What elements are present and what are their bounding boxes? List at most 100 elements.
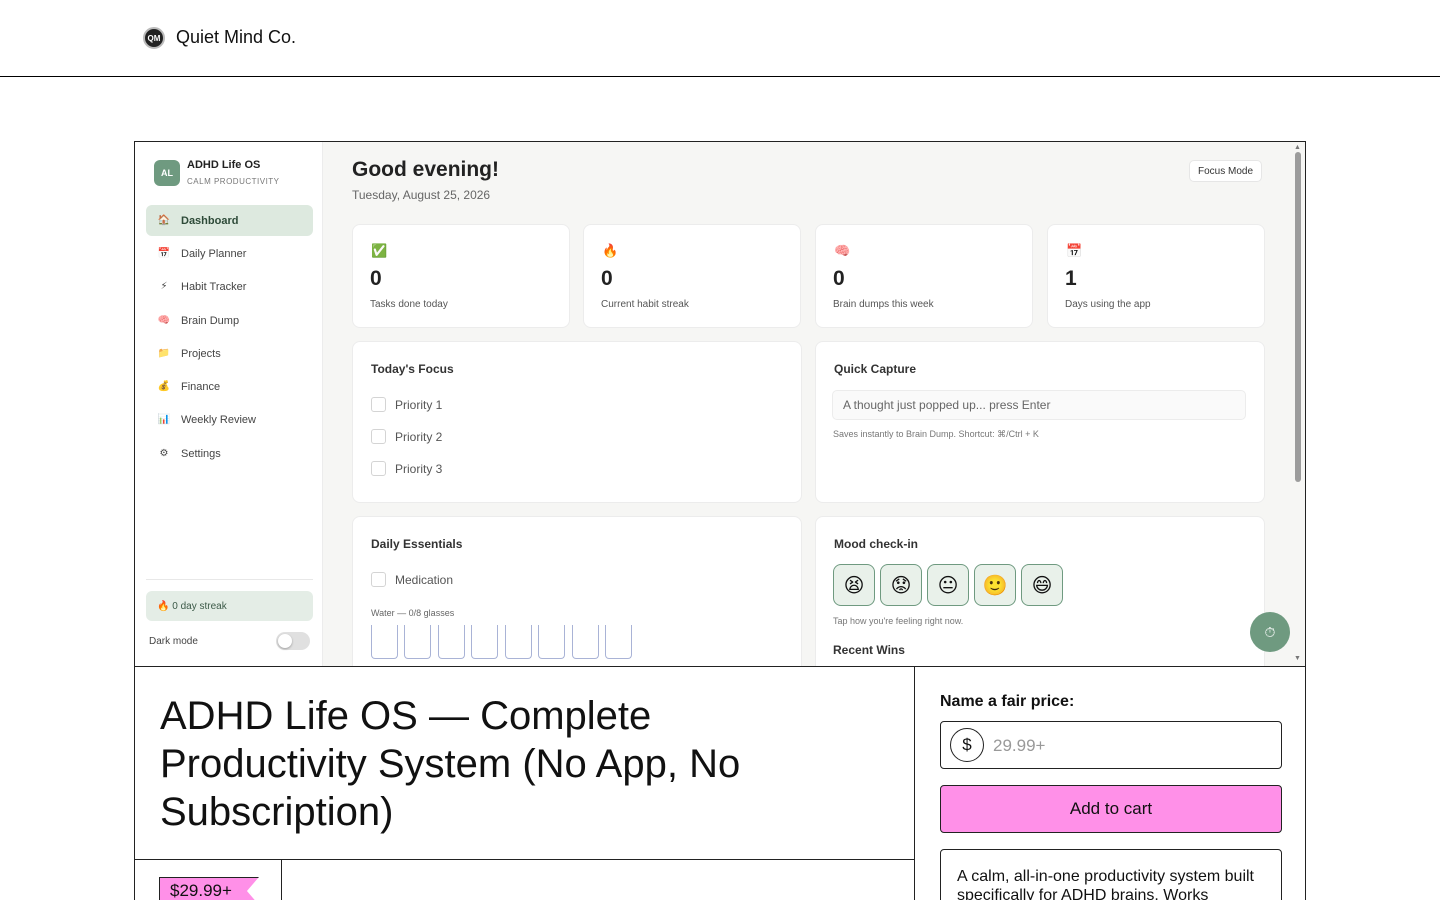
product-preview-image: AL ADHD Life OS CALM PRODUCTIVITY 🏠 Dash… <box>134 141 1306 667</box>
preview-scrollbar: ▲ ▼ <box>1293 144 1303 664</box>
mood-neutral-icon: 😐 <box>927 564 969 606</box>
stat-card-tasks: ✅ 0 Tasks done today <box>352 224 570 328</box>
checkbox <box>371 429 386 444</box>
price-placeholder: 29.99+ <box>993 736 1046 755</box>
mood-checkin-card: Mood check-in 😫 😟 😐 🙂 😄 Tap how you're f… <box>815 516 1265 666</box>
scroll-thumb <box>1295 152 1301 482</box>
stat-value: 0 <box>833 267 845 290</box>
price-input[interactable]: $ 29.99+ <box>940 721 1282 769</box>
stat-label: Current habit streak <box>601 299 689 310</box>
money-bag-icon: 💰 <box>157 381 171 392</box>
greeting-heading: Good evening! <box>352 158 499 181</box>
sidebar-divider <box>146 579 313 580</box>
stat-value: 0 <box>370 267 382 290</box>
water-glass-icon <box>572 625 599 659</box>
streak-badge: 🔥 0 day streak <box>146 591 313 621</box>
nav-item-label: Habit Tracker <box>181 280 247 293</box>
focus-mode-button: Focus Mode <box>1189 160 1263 182</box>
priority-label: Priority 2 <box>395 429 443 444</box>
product-description-box: A calm, all-in-one productivity system b… <box>940 849 1282 900</box>
nav-item-label: Daily Planner <box>181 247 247 260</box>
priority-label: Priority 3 <box>395 461 443 476</box>
bar-chart-icon: 📊 <box>157 414 171 425</box>
nav-item-label: Brain Dump <box>181 314 240 327</box>
price-tag: $29.99+ <box>159 877 259 900</box>
priority-item: Priority 1 <box>371 397 442 412</box>
medication-label: Medication <box>395 572 454 587</box>
calendar-icon: 📅 <box>157 248 171 259</box>
mood-very-happy-icon: 😄 <box>1021 564 1063 606</box>
stat-value: 1 <box>1065 267 1077 290</box>
fair-price-label: Name a fair price: <box>940 693 1075 710</box>
card-title: Quick Capture <box>834 362 917 376</box>
stat-label: Tasks done today <box>370 299 448 310</box>
checkbox <box>371 572 386 587</box>
water-glass-icon <box>538 625 565 659</box>
priority-item: Priority 3 <box>371 461 442 476</box>
nav-item-label: Finance <box>181 380 221 393</box>
home-icon: 🏠 <box>157 215 171 226</box>
toggle-knob <box>278 634 292 648</box>
lightning-icon: ⚡ <box>160 281 168 292</box>
scroll-up-icon: ▲ <box>1294 144 1301 151</box>
add-to-cart-button[interactable]: Add to cart <box>940 785 1282 833</box>
water-glass-icon <box>371 625 398 659</box>
card-title: Mood check-in <box>834 537 919 551</box>
brain-icon: 🧠 <box>834 243 851 258</box>
water-glass-icon <box>471 625 498 659</box>
checkbox <box>371 461 386 476</box>
stat-card-habit-streak: 🔥 0 Current habit streak <box>583 224 801 328</box>
water-glass-icon <box>605 625 632 659</box>
nav-item-label: Dashboard <box>181 214 239 227</box>
product-description: A calm, all-in-one productivity system b… <box>957 868 1254 900</box>
price-row: $29.99+ <box>134 859 915 900</box>
dark-mode-label: Dark mode <box>149 636 198 647</box>
dark-mode-toggle <box>276 632 310 650</box>
nav-item-weekly-review: 📊 Weekly Review <box>146 404 313 435</box>
current-date: Tuesday, August 25, 2026 <box>352 188 491 202</box>
priority-item: Priority 2 <box>371 429 442 444</box>
water-glass-icon <box>404 625 431 659</box>
calendar-icon: 📅 <box>1066 243 1083 258</box>
purchase-panel: Name a fair price: $ 29.99+ Add to cart … <box>914 666 1306 900</box>
priority-label: Priority 1 <box>395 397 443 412</box>
nav-item-label: Weekly Review <box>181 413 256 426</box>
daily-essentials-card: Daily Essentials Medication Water — 0/8 … <box>352 516 802 666</box>
card-title: Daily Essentials <box>371 537 463 551</box>
water-glass-icon <box>505 625 532 659</box>
water-label: Water — 0/8 glasses <box>371 608 455 618</box>
scroll-down-icon: ▼ <box>1294 655 1301 662</box>
recent-wins-title: Recent Wins <box>833 643 905 657</box>
medication-item: Medication <box>371 572 453 587</box>
app-name: ADHD Life OS <box>187 159 261 171</box>
mood-worried-icon: 😟 <box>880 564 922 606</box>
brand-name[interactable]: Quiet Mind Co. <box>176 27 296 48</box>
app-badge: AL <box>154 160 180 186</box>
top-bar: QM Quiet Mind Co. <box>0 0 1440 77</box>
nav-item-projects: 📁 Projects <box>146 338 313 369</box>
nav-item-habit-tracker: ⚡ Habit Tracker <box>146 271 313 302</box>
quick-capture-card: Quick Capture A thought just popped up..… <box>815 341 1265 503</box>
price-divider <box>281 860 282 900</box>
mood-happy-icon: 🙂 <box>974 564 1016 606</box>
nav-item-brain-dump: 🧠 Brain Dump <box>146 305 313 336</box>
checkbox <box>371 397 386 412</box>
check-icon: ✅ <box>371 243 388 258</box>
quick-capture-input: A thought just popped up... press Enter <box>832 390 1246 420</box>
nav-item-label: Settings <box>181 447 221 460</box>
capture-hint: Saves instantly to Brain Dump. Shortcut:… <box>833 429 1039 439</box>
gear-icon: ⚙ <box>159 448 169 459</box>
timer-icon: ⏱ <box>1250 612 1290 652</box>
nav-item-finance: 💰 Finance <box>146 371 313 402</box>
todays-focus-card: Today's Focus Priority 1 Priority 2 Prio… <box>352 341 802 503</box>
mood-hint: Tap how you're feeling right now. <box>833 616 964 626</box>
product-title: ADHD Life OS — Complete Productivity Sys… <box>160 694 741 834</box>
brain-icon: 🧠 <box>157 315 171 326</box>
nav-item-dashboard: 🏠 Dashboard <box>146 205 313 236</box>
product-title-section: ADHD Life OS — Complete Productivity Sys… <box>134 666 915 860</box>
currency-symbol: $ <box>950 728 984 762</box>
nav-item-daily-planner: 📅 Daily Planner <box>146 238 313 269</box>
brand-logo-icon[interactable]: QM <box>143 27 165 49</box>
stat-label: Days using the app <box>1065 299 1151 310</box>
folder-icon: 📁 <box>157 348 171 359</box>
